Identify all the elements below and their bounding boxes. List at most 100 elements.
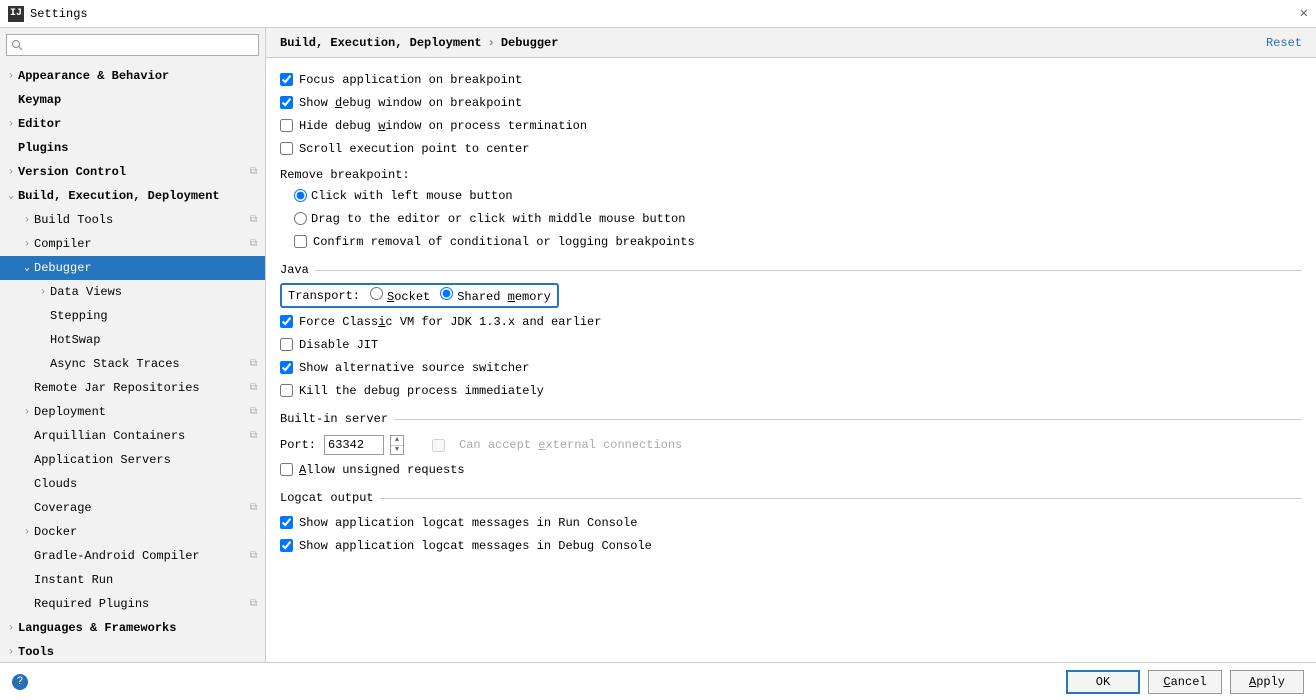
disable-jit-label: Disable JIT [299, 338, 378, 352]
chevron-right-icon: › [488, 36, 495, 50]
sidebar-item-deployment[interactable]: ›Deployment⧉ [0, 400, 265, 424]
sidebar-item-label: Debugger [34, 261, 92, 275]
reset-link[interactable]: Reset [1266, 36, 1302, 50]
chevron-down-icon: ⌄ [24, 262, 34, 274]
logcat-section: Logcat output Show application logcat me… [280, 491, 1302, 557]
sidebar-item-label: Keymap [18, 93, 61, 107]
close-icon[interactable]: ✕ [1300, 5, 1308, 22]
kill-debug-checkbox[interactable] [280, 384, 293, 397]
sidebar-item-gradle-android-compiler[interactable]: Gradle-Android Compiler ⧉ [0, 544, 265, 568]
sidebar-item-async-stack-traces[interactable]: Async Stack Traces ⧉ [0, 352, 265, 376]
search-input[interactable] [6, 34, 259, 56]
sidebar-item-compiler[interactable]: ›Compiler⧉ [0, 232, 265, 256]
drag-middle-label: Drag to the editor or click with middle … [311, 212, 685, 226]
force-classic-checkbox[interactable] [280, 315, 293, 328]
breadcrumb-a: Build, Execution, Deployment [280, 36, 482, 50]
logcat-run-checkbox[interactable] [280, 516, 293, 529]
sidebar-item-debugger[interactable]: ⌄Debugger [0, 256, 265, 280]
project-scope-icon: ⧉ [250, 358, 257, 370]
sidebar-item-build-tools[interactable]: ›Build Tools⧉ [0, 208, 265, 232]
cancel-button[interactable]: Cancel [1148, 670, 1222, 694]
sidebar-item-label: Data Views [50, 285, 122, 299]
sidebar-item-appearance-behavior[interactable]: ›Appearance & Behavior [0, 64, 265, 88]
sidebar-item-instant-run[interactable]: Instant Run [0, 568, 265, 592]
server-section: Built-in server Port: ▲▼ Can accept exte… [280, 412, 1302, 481]
sidebar-item-label: Docker [34, 525, 77, 539]
chevron-right-icon: › [24, 407, 34, 418]
settings-tree[interactable]: ›Appearance & BehaviorKeymap›EditorPlugi… [0, 62, 265, 662]
click-left-radio[interactable] [294, 189, 307, 202]
focus-app-checkbox[interactable] [280, 73, 293, 86]
sidebar-item-keymap[interactable]: Keymap [0, 88, 265, 112]
force-classic-label: Force Classic VM for JDK 1.3.x and earli… [299, 315, 601, 329]
logcat-run-label: Show application logcat messages in Run … [299, 516, 637, 530]
logcat-debug-checkbox[interactable] [280, 539, 293, 552]
breadcrumb: Build, Execution, Deployment › Debugger … [266, 28, 1316, 58]
port-input[interactable] [324, 435, 384, 455]
sidebar-item-coverage[interactable]: Coverage ⧉ [0, 496, 265, 520]
sidebar-item-label: Build Tools [34, 213, 113, 227]
project-scope-icon: ⧉ [250, 238, 257, 250]
socket-option[interactable]: Socket [370, 287, 430, 304]
sidebar-item-label: Version Control [18, 165, 126, 179]
chevron-up-icon[interactable]: ▲ [391, 436, 403, 446]
sidebar-item-version-control[interactable]: ›Version Control⧉ [0, 160, 265, 184]
sidebar-item-label: Compiler [34, 237, 92, 251]
sidebar-item-stepping[interactable]: Stepping [0, 304, 265, 328]
apply-button[interactable]: Apply [1230, 670, 1304, 694]
sidebar-item-label: Gradle-Android Compiler [34, 549, 200, 563]
project-scope-icon: ⧉ [250, 550, 257, 562]
sidebar-item-hotswap[interactable]: HotSwap [0, 328, 265, 352]
sidebar-item-clouds[interactable]: Clouds [0, 472, 265, 496]
sidebar-item-application-servers[interactable]: Application Servers [0, 448, 265, 472]
chevron-down-icon[interactable]: ▼ [391, 446, 403, 455]
can-accept-label: Can accept external connections [459, 438, 682, 452]
show-alt-label: Show alternative source switcher [299, 361, 529, 375]
sidebar-item-data-views[interactable]: ›Data Views [0, 280, 265, 304]
content: Build, Execution, Deployment › Debugger … [266, 28, 1316, 662]
logcat-legend: Logcat output [280, 491, 380, 505]
sidebar-item-label: HotSwap [50, 333, 100, 347]
sidebar-item-required-plugins[interactable]: Required Plugins⧉ [0, 592, 265, 616]
sidebar-item-tools[interactable]: ›Tools [0, 640, 265, 662]
breadcrumb-b: Debugger [501, 36, 559, 50]
focus-app-label: Focus application on breakpoint [299, 73, 522, 87]
shared-memory-option[interactable]: Shared memory [440, 287, 551, 304]
java-section: Java Transport: Socket Shared memory For… [280, 263, 1302, 402]
help-icon[interactable]: ? [12, 674, 28, 690]
sidebar-item-arquillian-containers[interactable]: Arquillian Containers⧉ [0, 424, 265, 448]
sidebar-item-plugins[interactable]: Plugins [0, 136, 265, 160]
hide-debug-label: Hide debug window on process termination [299, 119, 587, 133]
allow-unsigned-checkbox[interactable] [280, 463, 293, 476]
hide-debug-checkbox[interactable] [280, 119, 293, 132]
sidebar-item-label: Coverage [34, 501, 92, 515]
show-alt-checkbox[interactable] [280, 361, 293, 374]
chevron-right-icon: › [24, 527, 34, 538]
sidebar-item-editor[interactable]: ›Editor [0, 112, 265, 136]
sidebar-item-languages-frameworks[interactable]: ›Languages & Frameworks [0, 616, 265, 640]
sidebar-item-label: Languages & Frameworks [18, 621, 176, 635]
sidebar-item-build-execution-deployment[interactable]: ⌄Build, Execution, Deployment [0, 184, 265, 208]
chevron-right-icon: › [8, 119, 18, 130]
transport-label: Transport: [288, 289, 360, 303]
confirm-removal-checkbox[interactable] [294, 235, 307, 248]
ok-button[interactable]: OK [1066, 670, 1140, 694]
sidebar-item-label: Build, Execution, Deployment [18, 189, 220, 203]
sidebar-item-docker[interactable]: ›Docker [0, 520, 265, 544]
settings-panel: Focus application on breakpoint Show deb… [266, 58, 1316, 662]
port-spinner[interactable]: ▲▼ [390, 435, 404, 455]
project-scope-icon: ⧉ [250, 502, 257, 514]
show-debug-checkbox[interactable] [280, 96, 293, 109]
chevron-right-icon: › [8, 167, 18, 178]
sidebar-item-label: Tools [18, 645, 54, 659]
scroll-exec-checkbox[interactable] [280, 142, 293, 155]
sidebar-item-label: Clouds [34, 477, 77, 491]
sidebar-item-label: Async Stack Traces [50, 357, 180, 371]
sidebar-item-remote-jar-repositories[interactable]: Remote Jar Repositories⧉ [0, 376, 265, 400]
chevron-right-icon: › [24, 215, 34, 226]
sidebar-item-label: Appearance & Behavior [18, 69, 169, 83]
sidebar-item-label: Instant Run [34, 573, 113, 587]
drag-middle-radio[interactable] [294, 212, 307, 225]
disable-jit-checkbox[interactable] [280, 338, 293, 351]
port-label: Port: [280, 438, 316, 452]
